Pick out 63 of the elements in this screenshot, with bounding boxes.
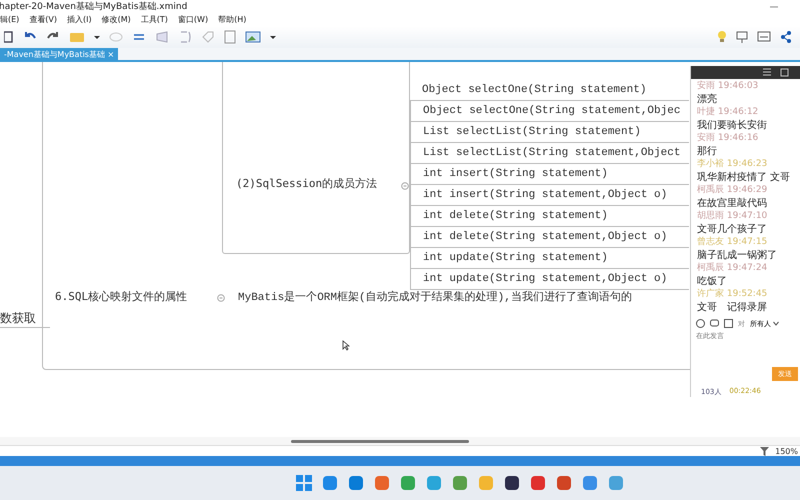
message-text: 文哥几个孩子了 — [697, 222, 768, 236]
message-header: 安雨 19:46:03 — [697, 80, 760, 92]
mindmap-topic[interactable]: List selectList(String statement) — [410, 122, 689, 143]
shape-icon[interactable] — [155, 30, 169, 44]
collapse-icon[interactable] — [217, 294, 225, 302]
image-icon[interactable] — [245, 30, 261, 44]
brace-icon[interactable] — [178, 30, 192, 44]
message-header: 柯禹辰 19:46:29 — [697, 184, 768, 196]
window-icon[interactable] — [780, 68, 789, 77]
mindmap-topic[interactable]: int insert(String statement) — [410, 164, 689, 185]
share-icon[interactable] — [780, 30, 792, 44]
app-icon[interactable] — [504, 475, 520, 491]
mindmap-topic[interactable]: Object selectOne(String statement) — [410, 80, 689, 101]
caret-icon[interactable] — [773, 320, 780, 326]
window-title: hapter-20-Maven基础与MyBatis基础.xmind — [0, 0, 188, 12]
menu-item[interactable]: 窗口(W) — [178, 14, 208, 24]
message-header: 胡思雨 19:47:10 — [697, 210, 768, 222]
message-header: 曾志友 19:47:15 — [697, 236, 768, 248]
mindmap-topic[interactable]: int delete(String statement,Object o) — [410, 227, 689, 248]
message-header: 许广家 19:52:45 — [697, 288, 768, 300]
message-text: 我们要骑长安街 — [697, 118, 768, 132]
presentation-icon[interactable] — [736, 30, 748, 44]
message-text: 吃饭了 — [697, 274, 728, 288]
message-text: 漂亮 — [697, 92, 718, 106]
speech-bubble-icon[interactable] — [710, 319, 719, 328]
message-header: 安雨 19:46:16 — [697, 132, 760, 144]
menu-item[interactable]: 插入(I) — [67, 14, 92, 24]
message-header: 叶捷 19:46:12 — [697, 106, 760, 118]
message-text: 在故宫里敲代码 — [697, 196, 768, 210]
panel-icon[interactable] — [757, 30, 771, 44]
message-text: 脑子乱成一锅粥了 — [697, 248, 778, 262]
smiley-icon[interactable] — [696, 319, 705, 328]
scrollbar-thumb[interactable] — [291, 440, 469, 442]
note-icon[interactable] — [224, 30, 236, 44]
menu-item[interactable]: 辑(E) — [0, 14, 20, 24]
windows-start-icon[interactable] — [296, 475, 312, 491]
message-text: 文哥 记得录屏 — [697, 300, 768, 315]
message-header: 李小裕 19:46:23 — [697, 158, 768, 170]
lightbulb-icon[interactable] — [717, 30, 727, 44]
mindmap-topic[interactable]: 数获取 — [0, 310, 50, 328]
menu-item[interactable]: 工具(T) — [140, 14, 168, 24]
mindmap-topic[interactable]: List selectList(String statement,Object — [410, 143, 689, 164]
mindmap-topic[interactable]: int update(String statement,Object o) — [410, 269, 689, 290]
menu-item[interactable]: 查看(V) — [29, 14, 58, 24]
mouse-cursor-icon — [342, 340, 350, 351]
zoom-level[interactable]: 150% — [775, 446, 798, 456]
mindmap-topic[interactable]: int delete(String statement) — [410, 206, 689, 227]
mindmap-topic[interactable]: (2)SqlSession的成员方法 — [236, 176, 378, 191]
mindmap-topic[interactable]: 6.SQL核心映射文件的属性 — [55, 289, 188, 304]
mindmap-topic[interactable]: MyBatis是一个ORM框架(自动完成对于结果集的处理),当我们进行了查询语句的 — [238, 289, 632, 304]
menu-item[interactable]: 修改(M) — [102, 14, 131, 24]
mindmap-topic[interactable]: Object selectOne(String statement,Objec — [410, 101, 689, 122]
minimize-button[interactable]: — — [770, 2, 778, 10]
message-text: 巩华新村疫情了 文哥 — [697, 170, 792, 184]
message-text: 那行 — [697, 144, 718, 158]
mindmap-topic[interactable]: int insert(String statement,Object o) — [410, 185, 689, 206]
save-icon[interactable] — [4, 30, 14, 44]
mindmap-topic[interactable]: int update(String statement) — [410, 248, 689, 269]
message-header: 柯禹辰 19:47:24 — [697, 262, 768, 274]
image-icon[interactable] — [724, 319, 733, 328]
menu-icon[interactable] — [762, 68, 772, 76]
collapse-icon[interactable] — [401, 182, 409, 190]
menu-item[interactable]: 帮助(H) — [218, 14, 246, 24]
